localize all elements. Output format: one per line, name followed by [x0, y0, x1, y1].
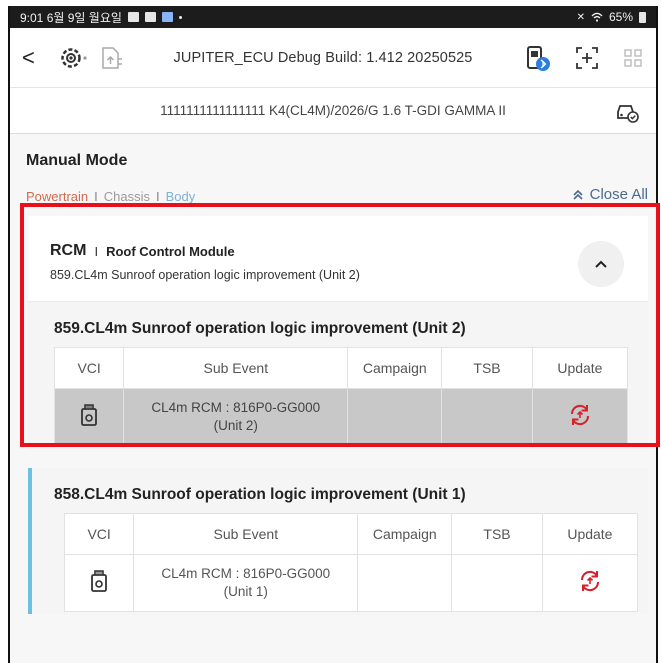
toolbar-actions — [522, 43, 644, 73]
table-header-row: VCI Sub Event Campaign TSB Update — [53, 347, 629, 389]
sub-event-name: CL4m RCM : 816P0-GG000 — [151, 400, 321, 415]
module-header[interactable]: RCM I Roof Control Module 859.CL4m Sunro… — [28, 216, 648, 302]
sub-event-unit: (Unit 1) — [223, 584, 268, 599]
collapse-button[interactable] — [578, 241, 624, 287]
update-cell — [531, 388, 629, 446]
col-sub-event: Sub Event — [133, 513, 359, 555]
table-header-row: VCI Sub Event Campaign TSB Update — [63, 513, 639, 555]
gallery-icon — [144, 12, 156, 22]
vehicle-info: 1111111111111111 K4(CL4M)/2026/G 1.6 T-G… — [160, 103, 506, 118]
wifi-icon — [591, 12, 603, 22]
sub-event-cell: CL4m RCM : 816P0-GG000 (Unit 2) — [123, 388, 349, 446]
vci-device-icon — [81, 403, 98, 426]
filter-powertrain[interactable]: Powertrain — [26, 189, 88, 204]
event-title: 858.CL4m Sunroof operation logic improve… — [54, 486, 466, 503]
chevron-up-icon — [595, 260, 607, 268]
gear-connector-icon[interactable] — [58, 43, 88, 73]
vci-cell — [53, 388, 125, 446]
battery-icon — [639, 11, 646, 23]
file-upload-icon[interactable] — [98, 45, 124, 71]
close-all-button[interactable]: Close All — [572, 186, 648, 203]
back-arrow-icon[interactable]: < — [22, 45, 50, 71]
col-vci: VCI — [63, 513, 135, 555]
status-time-date: 9:01 6월 9일 월요일 — [20, 10, 122, 25]
close-all-label: Close All — [589, 186, 648, 203]
more-notifications-icon — [178, 15, 182, 19]
campaign-cell — [357, 554, 453, 612]
vci-device-icon — [91, 569, 108, 592]
calendar-icon — [161, 12, 173, 22]
update-sync-icon[interactable] — [576, 567, 604, 595]
filter-separator: I — [94, 189, 98, 204]
main-content: Manual Mode Powertrain I Chassis I Body … — [10, 134, 656, 663]
col-sub-event: Sub Event — [123, 347, 349, 389]
col-tsb: TSB — [451, 513, 543, 555]
sub-event-name: CL4m RCM : 816P0-GG000 — [161, 566, 331, 581]
system-filters: Powertrain I Chassis I Body — [26, 189, 195, 204]
sub-event-unit: (Unit 2) — [213, 418, 258, 433]
module-title-line: RCM I Roof Control Module — [50, 242, 235, 260]
tsb-cell — [441, 388, 533, 446]
module-subtitle: 859.CL4m Sunroof operation logic improve… — [50, 268, 360, 282]
sub-event-table: VCI Sub Event Campaign TSB Update CL4m R… — [63, 513, 639, 612]
app-window: 9:01 6월 9일 월요일 ✕ 65% < JUPITER_ECU Debug… — [8, 6, 658, 663]
col-campaign: Campaign — [347, 347, 443, 389]
status-left: 9:01 6월 9일 월요일 — [20, 9, 182, 26]
col-campaign: Campaign — [357, 513, 453, 555]
col-tsb: TSB — [441, 347, 533, 389]
status-right: ✕ 65% — [577, 10, 646, 24]
col-vci: VCI — [53, 347, 125, 389]
page-title: Manual Mode — [26, 152, 128, 169]
col-update: Update — [541, 513, 639, 555]
update-cell — [541, 554, 639, 612]
filter-body[interactable]: Body — [166, 189, 196, 204]
notification-icon — [127, 12, 139, 22]
module-card-rcm: RCM I Roof Control Module 859.CL4m Sunro… — [28, 216, 648, 450]
tsb-cell — [451, 554, 543, 612]
col-update: Update — [531, 347, 629, 389]
vehicle-info-bar: 1111111111111111 K4(CL4M)/2026/G 1.6 T-G… — [10, 88, 656, 134]
campaign-cell — [347, 388, 443, 446]
filter-chassis[interactable]: Chassis — [104, 189, 150, 204]
table-row[interactable]: CL4m RCM : 816P0-GG000 (Unit 1) — [63, 554, 639, 612]
module-name: Roof Control Module — [106, 243, 235, 259]
top-toolbar: < JUPITER_ECU Debug Build: 1.412 2025052… — [10, 28, 656, 88]
mute-icon: ✕ — [576, 11, 585, 23]
module-separator: I — [94, 243, 99, 259]
sub-event-cell: CL4m RCM : 816P0-GG000 (Unit 1) — [133, 554, 359, 612]
vci-bluetooth-icon[interactable] — [522, 43, 552, 73]
module-code: RCM — [50, 242, 87, 259]
event-card-unit1: 858.CL4m Sunroof operation logic improve… — [28, 468, 648, 614]
status-bar: 9:01 6월 9일 월요일 ✕ 65% — [10, 6, 656, 28]
battery-level: 65% — [608, 10, 633, 24]
event-title: 859.CL4m Sunroof operation logic improve… — [54, 320, 466, 337]
screen-capture-icon[interactable] — [574, 45, 600, 71]
vci-cell — [63, 554, 135, 612]
vehicle-check-icon[interactable] — [614, 98, 640, 124]
double-chevron-up-icon — [573, 189, 583, 200]
event-section: 859.CL4m Sunroof operation logic improve… — [28, 302, 648, 450]
grid-menu-icon[interactable] — [622, 47, 644, 69]
sub-event-table: VCI Sub Event Campaign TSB Update CL4m R… — [53, 347, 629, 446]
filter-separator: I — [156, 189, 160, 204]
toolbar-title: JUPITER_ECU Debug Build: 1.412 20250525 — [173, 49, 473, 66]
update-sync-icon[interactable] — [566, 401, 594, 429]
table-row[interactable]: CL4m RCM : 816P0-GG000 (Unit 2) — [53, 388, 629, 446]
